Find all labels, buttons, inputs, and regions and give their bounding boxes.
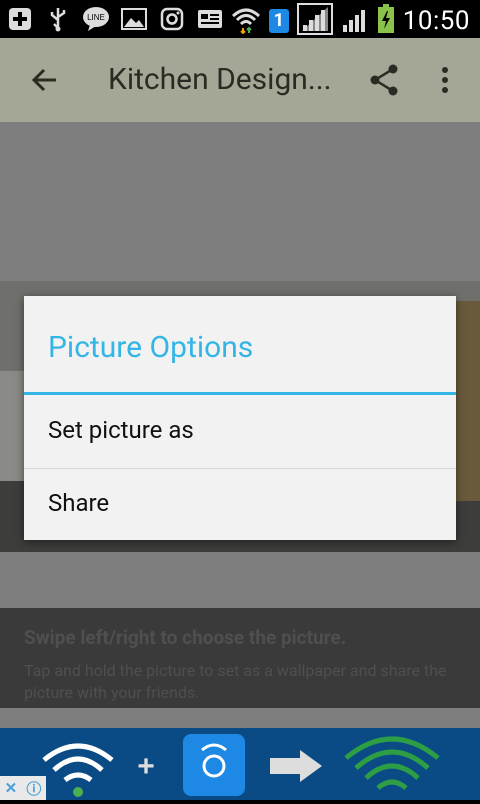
close-icon: ✕ (4, 779, 18, 797)
picture-options-dialog: Picture Options Set picture as Share (24, 296, 456, 540)
instructions-panel: Swipe left/right to choose the picture. … (0, 608, 480, 708)
page-title: Kitchen Design... (108, 62, 332, 97)
app-bar: Kitchen Design... (0, 38, 480, 122)
dialog-title: Picture Options (48, 330, 254, 365)
ad-close-button[interactable]: ✕ ⓘ (0, 776, 46, 800)
signal-2-icon (341, 5, 369, 37)
instagram-icon (158, 5, 186, 33)
back-button[interactable] (26, 60, 66, 100)
gallery-icon (120, 5, 148, 33)
wifi-icon (231, 4, 261, 38)
ad-banner[interactable]: + ✕ ⓘ (0, 728, 480, 800)
add-notification-icon (6, 5, 34, 33)
status-bar: LINE 1 10:50 (0, 0, 480, 38)
set-picture-as-label: Set picture as (48, 416, 194, 444)
news-icon (196, 5, 224, 33)
hint-title: Swipe left/right to choose the picture. (24, 626, 347, 649)
system-icons: 1 10:50 (231, 3, 470, 39)
more-vert-icon (442, 67, 448, 93)
set-picture-as-option[interactable]: Set picture as (24, 396, 456, 468)
share-label: Share (48, 489, 110, 517)
line-app-icon: LINE (82, 5, 110, 33)
share-button[interactable] (364, 60, 404, 100)
signal-icon (296, 3, 333, 39)
arrow-back-icon (31, 68, 56, 92)
share-option[interactable]: Share (24, 469, 456, 541)
share-icon (370, 64, 398, 96)
hint-body: Tap and hold the picture to set as a wal… (24, 661, 447, 702)
ad-image: + (42, 734, 440, 797)
overflow-menu-button[interactable] (430, 60, 460, 100)
sim-badge: 1 (268, 9, 289, 33)
ad-info-icon[interactable]: ⓘ (26, 778, 41, 799)
clock: 10:50 (402, 6, 470, 36)
notification-icons: LINE (6, 5, 224, 33)
sim-label: 1 (273, 10, 284, 31)
svg-text:+: + (137, 750, 155, 783)
svg-text:LINE: LINE (87, 13, 105, 22)
dialog-title-divider (24, 392, 456, 395)
battery-icon (377, 4, 395, 38)
usb-icon (44, 5, 72, 33)
